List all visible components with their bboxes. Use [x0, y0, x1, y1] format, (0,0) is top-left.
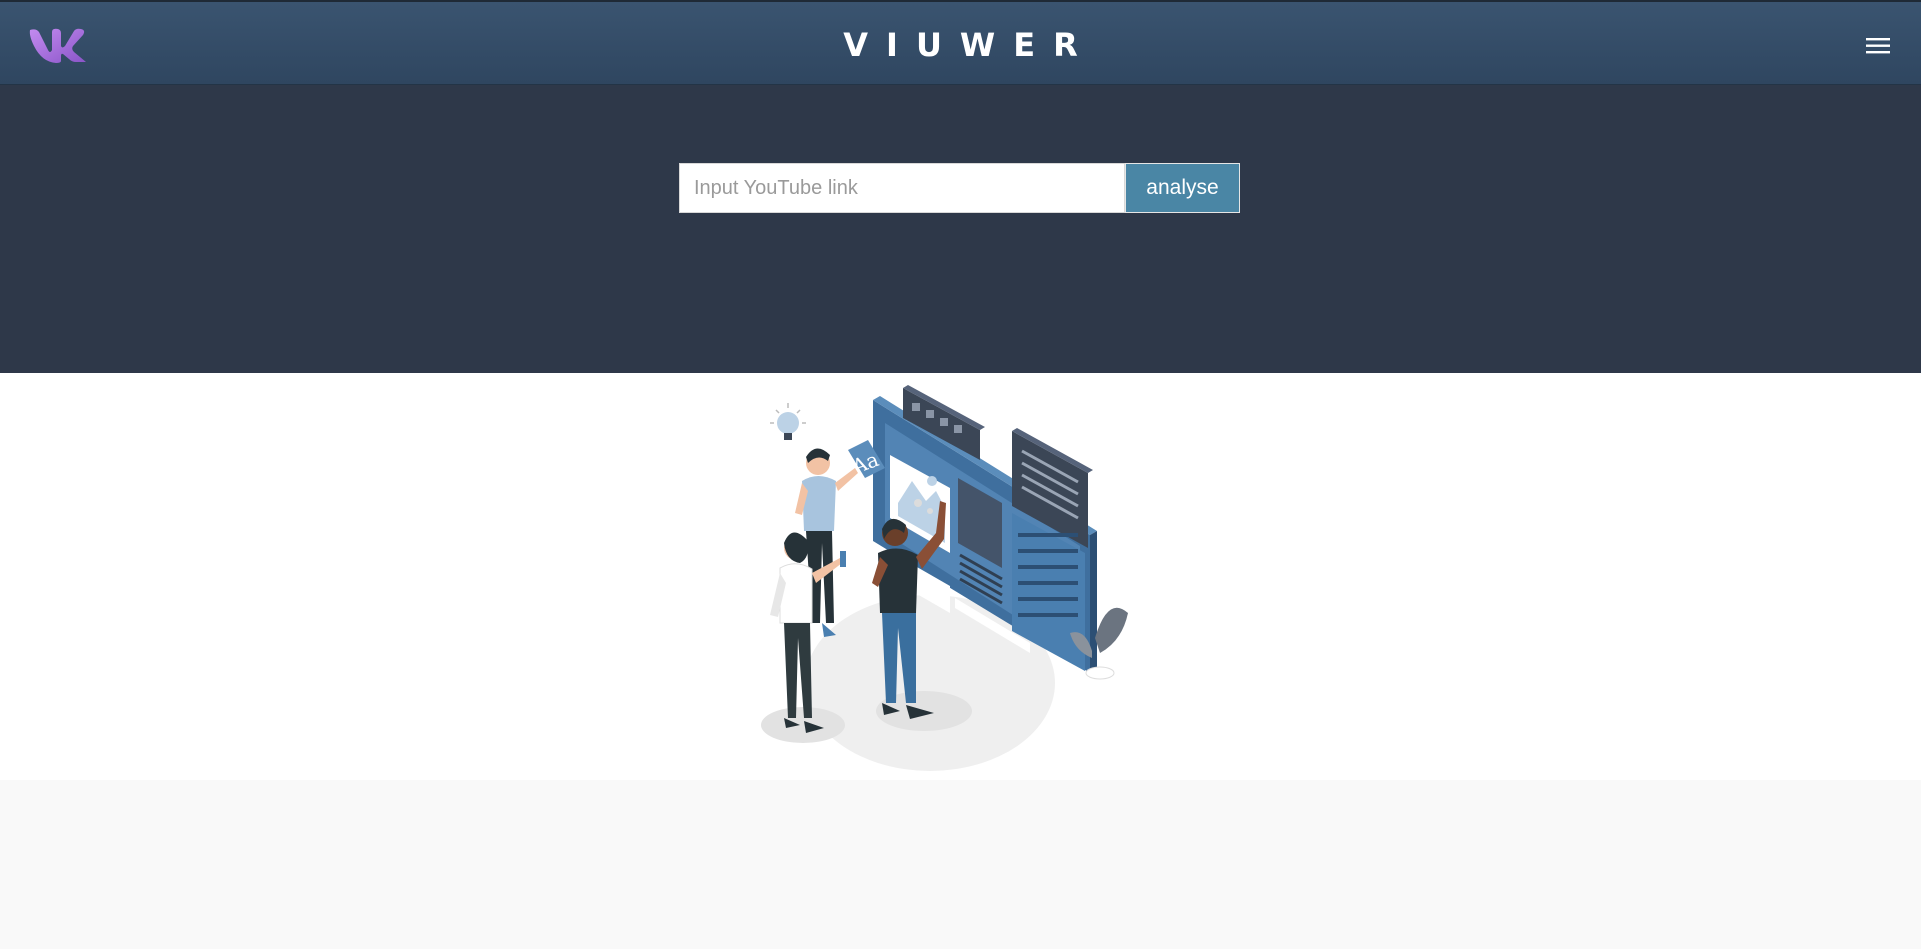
search-form: analyse: [679, 163, 1240, 213]
hamburger-menu-icon[interactable]: [1856, 32, 1892, 60]
page-background-footer: [0, 780, 1921, 949]
site-title: VIUWER: [843, 26, 1096, 64]
youtube-link-input[interactable]: [679, 163, 1125, 213]
illustration-section: Aa: [0, 373, 1921, 780]
navbar: VIUWER: [0, 2, 1921, 85]
web-design-team-illustration: Aa: [761, 385, 1128, 771]
hero-section: analyse: [0, 85, 1921, 373]
analyse-button[interactable]: analyse: [1125, 163, 1240, 213]
